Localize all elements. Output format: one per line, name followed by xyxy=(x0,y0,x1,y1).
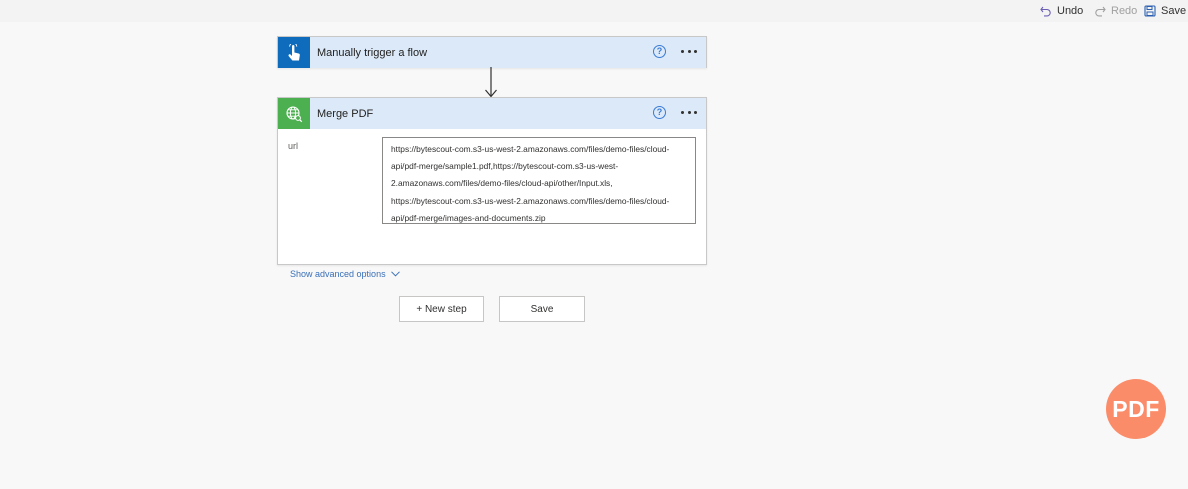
merge-pdf-card: Merge PDF ? url https://bytescout-com.s3… xyxy=(277,97,707,279)
command-bar: Undo Redo Save xyxy=(0,0,1188,22)
trigger-card-header[interactable]: Manually trigger a flow ? xyxy=(278,37,706,68)
undo-label: Undo xyxy=(1057,5,1084,17)
redo-label: Redo xyxy=(1111,5,1138,17)
more-options-icon[interactable] xyxy=(681,44,697,58)
save-button[interactable]: Save xyxy=(499,296,585,322)
floppy-disk-icon xyxy=(1144,5,1156,17)
redo-icon xyxy=(1095,6,1106,17)
trigger-card: Manually trigger a flow ? xyxy=(277,36,707,68)
help-icon[interactable]: ? xyxy=(653,45,666,58)
merge-pdf-card-title: Merge PDF xyxy=(317,107,374,120)
pdf-logo-text: PDF xyxy=(1112,395,1160,422)
url-line: https://bytescout-com.s3-us-west-2.amazo… xyxy=(391,195,670,206)
undo-icon xyxy=(1040,6,1051,17)
connector-arrow-icon xyxy=(485,67,497,98)
new-step-label: + New step xyxy=(416,303,467,315)
chevron-down-icon xyxy=(390,271,400,277)
redo-button[interactable]: Redo xyxy=(1094,3,1137,19)
new-step-button[interactable]: + New step xyxy=(399,296,484,322)
hand-pointer-icon xyxy=(278,37,310,68)
url-field-label: url xyxy=(288,141,299,151)
url-line: api/pdf-merge/images-and-documents.zip xyxy=(391,212,546,223)
globe-icon xyxy=(278,98,310,129)
undo-button[interactable]: Undo xyxy=(1040,3,1083,19)
save-label: Save xyxy=(530,303,554,315)
merge-pdf-card-body: url https://bytescout-com.s3-us-west-2.a… xyxy=(278,129,706,279)
help-icon[interactable]: ? xyxy=(653,106,666,119)
merge-pdf-card-header[interactable]: Merge PDF ? xyxy=(278,98,706,129)
trigger-card-title: Manually trigger a flow xyxy=(317,46,428,59)
save-toolbar-button[interactable]: Save xyxy=(1144,3,1186,19)
url-line: 2.amazonaws.com/files/demo-files/cloud-a… xyxy=(391,178,613,189)
pdf-logo-badge: PDF xyxy=(1106,379,1166,439)
save-toolbar-label: Save xyxy=(1161,5,1187,17)
show-advanced-options-label: Show advanced options xyxy=(290,269,386,279)
url-line: api/pdf-merge/sample1.pdf,https://bytesc… xyxy=(391,161,619,172)
more-options-icon[interactable] xyxy=(681,105,697,119)
url-line: https://bytescout-com.s3-us-west-2.amazo… xyxy=(391,144,670,154)
url-input[interactable]: https://bytescout-com.s3-us-west-2.amazo… xyxy=(382,137,696,224)
show-advanced-options-link[interactable]: Show advanced options xyxy=(290,269,400,279)
